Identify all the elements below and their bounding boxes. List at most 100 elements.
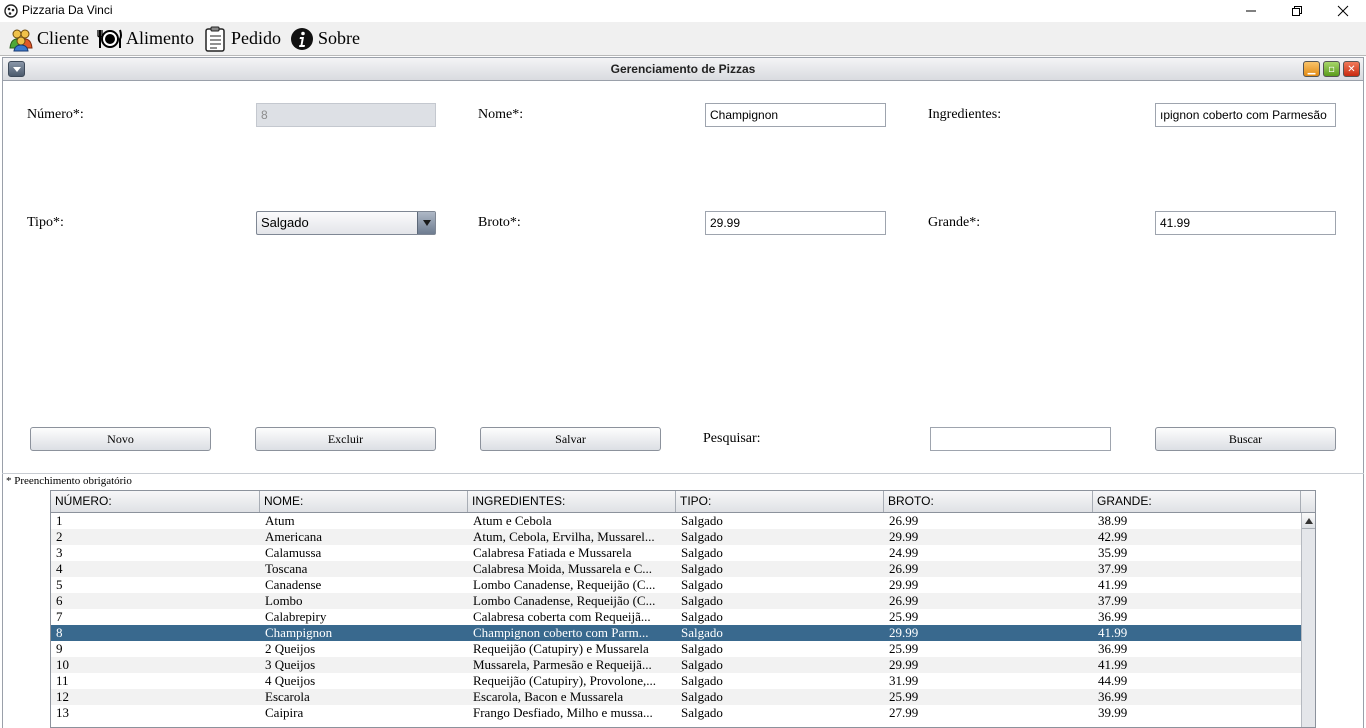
plate-cutlery-icon bbox=[97, 29, 122, 48]
table-row[interactable]: 9 2 Queijos Requeijão (Catupiry) e Mussare… bbox=[51, 641, 1301, 657]
restore-icon bbox=[1292, 6, 1302, 16]
cell-ingredientes: Calabresa coberta com Requeijã... bbox=[473, 609, 651, 624]
novo-button[interactable]: Novo bbox=[30, 427, 211, 451]
table-row[interactable]: 4 Toscana Calabresa Moida, Mussarela e C..… bbox=[51, 561, 1301, 577]
cell-broto: 26.99 bbox=[889, 513, 919, 528]
cell-grande: 41.99 bbox=[1098, 577, 1128, 592]
menu-sobre-label: Sobre bbox=[318, 28, 361, 48]
cell-numero: 11 bbox=[56, 673, 69, 688]
cell-grande: 41.99 bbox=[1098, 657, 1128, 672]
cell-numero: 6 bbox=[56, 593, 63, 608]
tipo-select[interactable]: Salgado bbox=[256, 211, 436, 235]
column-header-tipo[interactable]: TIPO: bbox=[676, 491, 884, 512]
restore-button[interactable] bbox=[1274, 0, 1320, 22]
menu-cliente[interactable]: Cliente bbox=[8, 24, 89, 54]
frame-maximize-button[interactable] bbox=[1323, 61, 1340, 77]
column-header-nome[interactable]: NOME: bbox=[260, 491, 468, 512]
table-row[interactable]: 2 Americana Atum, Cebola, Ervilha, Mussare… bbox=[51, 529, 1301, 545]
people-icon bbox=[9, 29, 33, 51]
buscar-button[interactable]: Buscar bbox=[1155, 427, 1336, 451]
minimize-icon bbox=[1246, 10, 1256, 12]
cell-numero: 4 bbox=[56, 561, 63, 576]
vertical-scrollbar[interactable] bbox=[1301, 513, 1315, 727]
cell-nome: Americana bbox=[265, 529, 323, 544]
table-row[interactable]: 10 3 Queijos Mussarela, Parmesão e Requeij… bbox=[51, 657, 1301, 673]
table-row[interactable]: 5 Canadense Lombo Canadense, Requeijão (C.… bbox=[51, 577, 1301, 593]
frame-title: Gerenciamento de Pizzas bbox=[610, 62, 756, 76]
cell-ingredientes: Calabresa Moida, Mussarela e C... bbox=[473, 561, 653, 576]
chevron-down-icon[interactable] bbox=[417, 212, 435, 234]
pizza-table: NÚMERO: NOME: INGREDIENTES: TIPO: BROTO:… bbox=[50, 490, 1316, 728]
table-row[interactable]: 8 Champignon Champignon coberto com Parm..… bbox=[51, 625, 1301, 641]
cell-numero: 5 bbox=[56, 577, 63, 592]
numero-field: 8 bbox=[256, 103, 436, 127]
menu-pedido[interactable]: Pedido bbox=[202, 24, 281, 54]
nome-field[interactable]: Champignon bbox=[705, 103, 886, 127]
cell-tipo: Salgado bbox=[681, 561, 723, 576]
cell-tipo: Salgado bbox=[681, 657, 723, 672]
cell-nome: Canadense bbox=[265, 577, 322, 592]
salvar-button[interactable]: Salvar bbox=[480, 427, 661, 451]
cell-nome: 3 Queijos bbox=[265, 657, 316, 672]
table-row[interactable]: 7 Calabrepiry Calabresa coberta com Requei… bbox=[51, 609, 1301, 625]
scroll-up-arrow-icon[interactable] bbox=[1302, 513, 1315, 529]
cell-nome: Calabrepiry bbox=[265, 609, 327, 624]
cell-nome: 2 Queijos bbox=[265, 641, 316, 656]
frame-minimize-button[interactable] bbox=[1303, 61, 1320, 77]
cell-broto: 27.99 bbox=[889, 705, 919, 720]
broto-label: Broto*: bbox=[478, 215, 521, 230]
cell-ingredientes: Mussarela, Parmesão e Requeijã... bbox=[473, 657, 652, 672]
menu-pedido-label: Pedido bbox=[231, 28, 282, 48]
cell-ingredientes: Champignon coberto com Parm... bbox=[473, 625, 649, 640]
cell-numero: 12 bbox=[56, 689, 69, 704]
minimize-button[interactable] bbox=[1228, 0, 1274, 22]
cell-nome: Caipira bbox=[265, 705, 304, 720]
column-header-grande[interactable]: GRANDE: bbox=[1093, 491, 1301, 512]
column-header-numero[interactable]: NÚMERO: bbox=[51, 491, 260, 512]
search-input[interactable] bbox=[930, 427, 1111, 451]
cell-numero: 2 bbox=[56, 529, 63, 544]
cell-nome: Atum bbox=[265, 513, 295, 528]
cell-ingredientes: Lombo Canadense, Requeijão (C... bbox=[473, 593, 656, 608]
cell-broto: 26.99 bbox=[889, 561, 919, 576]
table-row[interactable]: 11 4 Queijos Requeijão (Catupiry), Provolo… bbox=[51, 673, 1301, 689]
menu-sobre[interactable]: Sobre bbox=[289, 24, 360, 54]
cell-broto: 29.99 bbox=[889, 577, 919, 592]
cell-numero: 7 bbox=[56, 609, 63, 624]
cell-tipo: Salgado bbox=[681, 513, 723, 528]
table-row[interactable]: 13 Caipira Frango Desfiado, Milho e mussa.… bbox=[51, 705, 1301, 721]
menu-alimento[interactable]: Alimento bbox=[97, 24, 194, 54]
column-header-ingredientes[interactable]: INGREDIENTES: bbox=[468, 491, 676, 512]
pesquisar-label: Pesquisar: bbox=[703, 431, 761, 446]
cell-tipo: Salgado bbox=[681, 625, 723, 640]
cell-grande: 37.99 bbox=[1098, 593, 1128, 608]
cell-broto: 24.99 bbox=[889, 545, 919, 560]
table-row[interactable]: 6 Lombo Lombo Canadense, Requeijão (C... Sa… bbox=[51, 593, 1301, 609]
close-button[interactable] bbox=[1320, 0, 1366, 22]
cell-tipo: Salgado bbox=[681, 689, 723, 704]
cell-broto: 31.99 bbox=[889, 673, 919, 688]
tipo-label: Tipo*: bbox=[27, 215, 64, 230]
table-row[interactable]: 3 Calamussa Calabresa Fatiada e Mussarela S… bbox=[51, 545, 1301, 561]
cell-tipo: Salgado bbox=[681, 545, 723, 560]
frame-close-button[interactable] bbox=[1343, 61, 1360, 77]
cell-grande: 35.99 bbox=[1098, 545, 1128, 560]
cell-numero: 3 bbox=[56, 545, 63, 560]
cell-tipo: Salgado bbox=[681, 673, 723, 688]
divider bbox=[2, 473, 1364, 474]
table-row[interactable]: 1 Atum Atum e Cebola Salgado 26.99 38.99 bbox=[51, 513, 1301, 529]
cell-ingredientes: Calabresa Fatiada e Mussarela bbox=[473, 545, 632, 560]
nome-label: Nome*: bbox=[478, 107, 524, 122]
cell-ingredientes: Frango Desfiado, Milho e mussa... bbox=[473, 705, 653, 720]
excluir-button[interactable]: Excluir bbox=[255, 427, 436, 451]
cell-tipo: Salgado bbox=[681, 577, 723, 592]
ingredientes-field[interactable]: ıpignon coberto com Parmesão bbox=[1155, 103, 1336, 127]
table-row[interactable]: 12 Escarola Escarola, Bacon e Mussarela Sal… bbox=[51, 689, 1301, 705]
internal-frame-titlebar[interactable]: Gerenciamento de Pizzas bbox=[2, 57, 1364, 81]
column-header-broto[interactable]: BROTO: bbox=[884, 491, 1093, 512]
cell-broto: 29.99 bbox=[889, 625, 919, 640]
cell-numero: 10 bbox=[56, 657, 69, 672]
menu-bar: Cliente Alimento Pedido Sobre bbox=[0, 22, 1366, 56]
broto-field[interactable]: 29.99 bbox=[705, 211, 886, 235]
grande-field[interactable]: 41.99 bbox=[1155, 211, 1336, 235]
